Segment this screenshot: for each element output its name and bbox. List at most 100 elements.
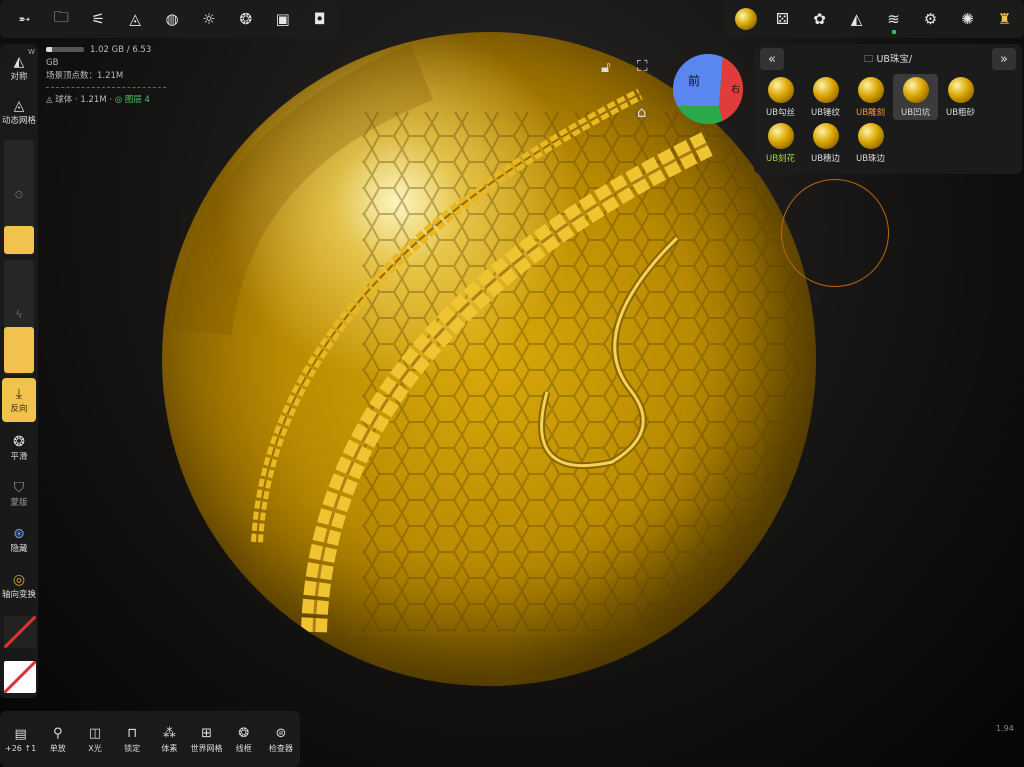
material-item[interactable]: UB锤纹 <box>803 74 848 120</box>
material-ball-icon <box>947 76 974 103</box>
history-icon: ▤ <box>14 726 27 742</box>
material-item[interactable]: UB粗砂 <box>938 74 983 120</box>
sphere-surface-detail <box>172 44 816 633</box>
material-ball-icon <box>857 76 884 103</box>
expand-panel-icon[interactable]: » <box>992 48 1016 70</box>
primary-color-swatch[interactable] <box>4 616 36 648</box>
nav-right-label: 右 <box>731 85 741 95</box>
mesh-info[interactable]: ◬ 球体 · 1.21M · ◎ 图层 4 <box>46 94 166 107</box>
material-wheel-icon[interactable]: ❂ <box>227 0 264 38</box>
dice-icon[interactable]: ⚄ <box>764 0 801 38</box>
material-ball-icon <box>902 76 929 103</box>
symmetry-toggle-icon: ◭ <box>13 54 25 70</box>
material-ball-icon <box>812 122 839 149</box>
wireframe-icon: ❂ <box>238 725 250 741</box>
radius-slider-icon: ⊙ <box>14 188 24 201</box>
bottom-toolbar: ▤ +26 ↑1 ⚲ 单放 ◫ X光 ⊓ 锁定 ⁂ 体素 ⊞ 世界网格 ❂ 线框 ⊜ 检查器 <box>0 711 300 767</box>
folder-breadcrumb[interactable]: 🗀 UB珠宝/ <box>864 51 912 68</box>
wireframe-button[interactable]: ❂ 线框 <box>225 711 262 767</box>
invert-icon: ⤓ <box>15 386 23 402</box>
smooth-button[interactable]: ❂ 平滑 <box>0 426 38 470</box>
dynamic-mesh-label: 动态网格 <box>1 116 36 126</box>
grid-icon: ⊞ <box>201 725 212 741</box>
globe-icon[interactable]: ◍ <box>154 0 191 38</box>
mask-label: 蒙版 <box>10 498 28 508</box>
mesh-icon: ◬ <box>46 95 53 105</box>
material-item[interactable]: UB刻花 <box>758 120 803 166</box>
lock-button[interactable]: ⊓ 锁定 <box>114 711 151 767</box>
sun-icon[interactable]: ☼ <box>190 0 227 38</box>
material-panel: « 🗀 UB珠宝/ » UB勾丝 UB锤纹 UB雕刻 UB凹坑 UB粗砂 UB刻… <box>754 44 1022 174</box>
xray-button[interactable]: ◫ X光 <box>76 711 113 767</box>
radius-slider-handle[interactable] <box>4 226 34 254</box>
folder-icon[interactable]: 🗀 <box>43 0 80 38</box>
material-item[interactable]: UB珠边 <box>848 120 893 166</box>
intensity-slider-icon: ϟ <box>15 308 23 321</box>
intensity-slider[interactable]: ϟ <box>4 260 34 375</box>
dynamic-mesh-button[interactable]: ◬ 动态网格 <box>0 90 38 134</box>
invert-button[interactable]: ⤓ 反向 <box>2 378 36 422</box>
layer-icon: ◎ <box>114 95 123 105</box>
material-item[interactable]: UB穗边 <box>803 120 848 166</box>
scene-info: 1.02 GB / 6.53 GB 场景顶点数：1.21M ◬ 球体 · 1.2… <box>46 44 166 107</box>
material-item-selected[interactable]: UB凹坑 <box>893 74 938 120</box>
no-color-icon <box>4 661 36 693</box>
memory-bar <box>46 47 84 52</box>
top-right-toolbar: ⚄ ✿ ◭ ≋ ⚙ ✺ ♜ <box>723 0 1024 38</box>
voxel-button[interactable]: ⁂ 体素 <box>151 711 188 767</box>
collapse-panel-icon[interactable]: « <box>760 48 784 70</box>
home-view-icon[interactable]: ⌂ <box>637 103 647 121</box>
solo-button[interactable]: ⚲ 单放 <box>39 711 76 767</box>
inspector-icon: ⊜ <box>275 725 287 741</box>
material-ball-icon[interactable] <box>727 0 764 38</box>
w-indicator: W <box>28 48 35 56</box>
bug-icon[interactable]: ✺ <box>949 0 986 38</box>
axis-transform-label: 轴向变换 <box>1 590 36 600</box>
lock-icon: ⊓ <box>127 725 138 741</box>
sculpt-tool-icon[interactable]: ◬ <box>117 0 154 38</box>
share-nodes-icon[interactable]: ⚟ <box>80 0 117 38</box>
brush-cursor-ring <box>781 179 889 287</box>
settings-icon[interactable]: ⚙ <box>912 0 949 38</box>
axis-transform-icon: ◎ <box>12 572 26 588</box>
folder-small-icon: 🗀 <box>863 53 874 65</box>
glasses-icon: ◫ <box>88 725 102 741</box>
intensity-slider-handle[interactable] <box>4 327 34 373</box>
world-grid-button[interactable]: ⊞ 世界网格 <box>188 711 225 767</box>
secondary-color-swatch[interactable] <box>4 661 36 693</box>
swipe-icon[interactable]: ➵ <box>6 0 43 38</box>
hide-button[interactable]: ⊛ 隐藏 <box>0 518 38 562</box>
fullscreen-icon[interactable]: ⛶ <box>637 57 648 75</box>
top-left-toolbar: ➵ 🗀 ⚟ ◬ ◍ ☼ ❂ ▣ ◘ <box>0 0 338 38</box>
radius-slider[interactable]: ⊙ <box>4 140 34 255</box>
symmetry-label: 对称 <box>10 72 28 82</box>
video-camera-icon[interactable]: ◘ <box>301 0 338 38</box>
stamp-icon[interactable]: ♜ <box>986 0 1023 38</box>
material-ball-icon <box>857 122 884 149</box>
material-item[interactable]: UB雕刻 <box>848 74 893 120</box>
history-button[interactable]: ▤ +26 ↑1 <box>2 711 39 767</box>
scene-vertex-count: 场景顶点数：1.21M <box>46 71 124 81</box>
dynamic-mesh-icon: ◬ <box>13 98 25 114</box>
mask-icon: ⛉ <box>13 480 25 496</box>
layers-icon[interactable]: ≋ <box>875 0 912 38</box>
material-ball-icon <box>767 76 794 103</box>
hide-label: 隐藏 <box>10 544 28 554</box>
layer-count: 图层 4 <box>124 95 150 105</box>
gold-sphere-mesh[interactable] <box>162 32 816 686</box>
mask-button[interactable]: ⛉ 蒙版 <box>0 472 38 516</box>
image-icon[interactable]: ▣ <box>264 0 301 38</box>
material-item[interactable]: UB勾丝 <box>758 74 803 120</box>
symmetry-icon[interactable]: ◭ <box>838 0 875 38</box>
nav-front-label: 前 <box>688 74 701 88</box>
lock-view-icon[interactable]: 🔓︎ <box>601 58 611 76</box>
material-ball-icon <box>812 76 839 103</box>
material-ball-icon <box>767 122 794 149</box>
smooth-label: 平滑 <box>10 452 28 462</box>
inspector-button[interactable]: ⊜ 检查器 <box>262 711 299 767</box>
palette-icon[interactable]: ✿ <box>801 0 838 38</box>
material-grid: UB勾丝 UB锤纹 UB雕刻 UB凹坑 UB粗砂 UB刻花 UB穗边 UB珠边 <box>754 74 1022 166</box>
navigation-cube[interactable]: 前 右 <box>673 54 743 124</box>
material-panel-header: « 🗀 UB珠宝/ » <box>754 44 1022 74</box>
axis-transform-button[interactable]: ◎ 轴向变换 <box>0 564 38 608</box>
